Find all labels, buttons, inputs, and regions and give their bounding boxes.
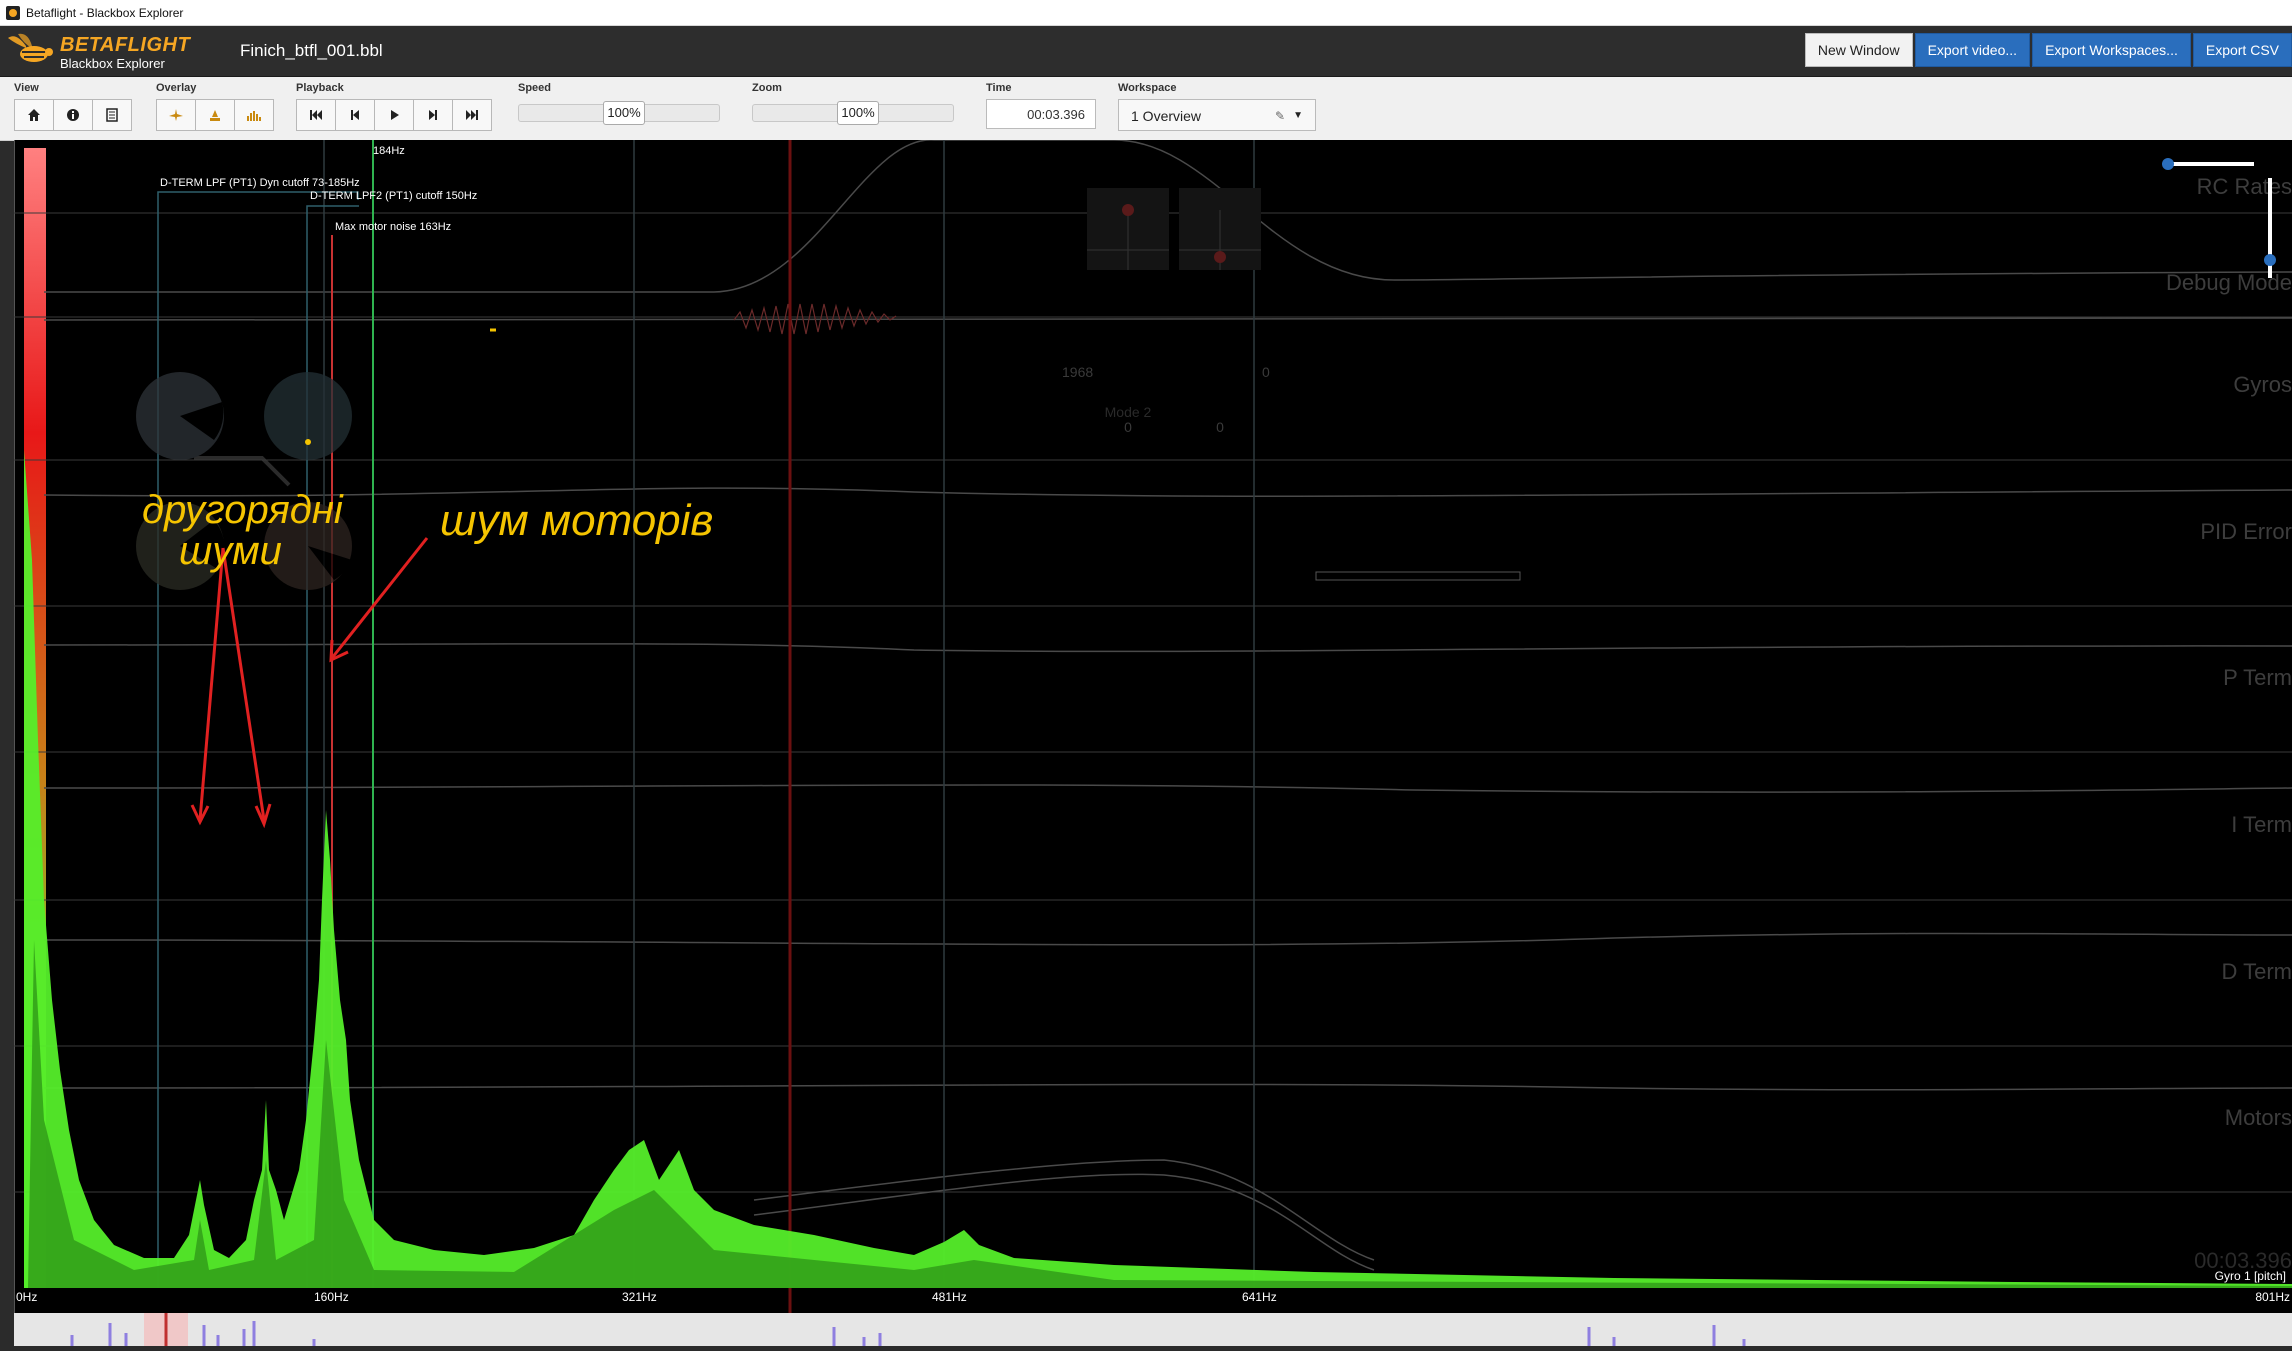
speed-label: Speed: [518, 82, 720, 96]
step-back-button[interactable]: [335, 99, 375, 131]
playback-group: Playback: [296, 82, 491, 131]
graph-label-d-term: D Term: [2222, 959, 2292, 984]
list-icon: [105, 108, 119, 122]
log-timeline[interactable]: [14, 1313, 2292, 1346]
workspace-select[interactable]: 1 Overview ✎ ▼: [1118, 99, 1316, 131]
spectrum-fill: [24, 450, 2292, 1288]
overlay-label: Overlay: [156, 82, 273, 96]
betaflight-logo: BETAFLIGHT Blackbox Explorer: [6, 30, 206, 72]
play-icon: [388, 109, 400, 121]
info-button[interactable]: [53, 99, 93, 131]
info-icon: [66, 108, 80, 122]
view-label: View: [14, 82, 131, 96]
file-name: Finich_btfl_001.bbl: [240, 41, 383, 61]
graph-area[interactable]: 184Hz D-TERM LPF (PT1) Dyn cutoff 73-185…: [14, 140, 2292, 1313]
analyser-overlay-button[interactable]: [234, 99, 274, 131]
stick-bottom-right: 0: [1216, 419, 1224, 435]
analyser-graph-title: Gyro 1 [pitch]: [2215, 1269, 2286, 1283]
skip-back-button[interactable]: [296, 99, 336, 131]
zoom-label: Zoom: [752, 82, 954, 96]
log-list-button[interactable]: [92, 99, 132, 131]
play-button[interactable]: [374, 99, 414, 131]
window-titlebar: Betaflight - Blackbox Explorer: [0, 0, 2292, 26]
skip-forward-button[interactable]: [452, 99, 492, 131]
app-icon: [6, 6, 20, 20]
logo-subtitle: Blackbox Explorer: [60, 56, 165, 71]
x-tick-160hz: 160Hz: [314, 1290, 349, 1304]
header-buttons: New Window Export video... Export Worksp…: [1803, 33, 2292, 67]
time-input[interactable]: 00:03.396: [986, 99, 1096, 129]
annotation-secondary-noise-1: другорядні: [142, 488, 344, 532]
annotation-secondary-noise-2: шуми: [179, 529, 282, 573]
x-tick-641hz: 641Hz: [1242, 1290, 1277, 1304]
stick-overlay: [1087, 188, 1261, 270]
sticks-icon: [207, 108, 223, 122]
workspace-group: Workspace 1 Overview ✎ ▼: [1118, 82, 1316, 131]
stick-left-value: 1968: [1062, 364, 1093, 380]
craft-overlay-button[interactable]: [156, 99, 196, 131]
step-forward-icon: [427, 109, 439, 121]
zoom-value[interactable]: 100%: [837, 101, 879, 125]
graph-label-i-term: I Term: [2231, 812, 2292, 837]
graph-label-pid-error: PID Error: [2200, 519, 2292, 544]
home-button[interactable]: [14, 99, 54, 131]
craft-icon: [168, 108, 184, 122]
analyser-icon: [246, 108, 262, 122]
export-csv-button[interactable]: Export CSV: [2193, 33, 2292, 67]
motor-noise-label: Max motor noise 163Hz: [335, 221, 451, 233]
toolbar: View Overlay Playbac: [0, 77, 2292, 141]
speed-slider[interactable]: 100%: [518, 104, 720, 122]
graph-label-gyros: Gyros: [2233, 372, 2292, 397]
export-workspaces-button[interactable]: Export Workspaces...: [2032, 33, 2191, 67]
stick-right-value: 0: [1262, 364, 1270, 380]
graph-canvas: 184Hz D-TERM LPF (PT1) Dyn cutoff 73-185…: [14, 140, 2292, 1313]
graph-label-motors: Motors: [2225, 1105, 2292, 1130]
home-icon: [27, 108, 41, 122]
timeline-canvas: [14, 1313, 2292, 1346]
time-label: Time: [986, 82, 1096, 96]
step-forward-button[interactable]: [413, 99, 453, 131]
stick-bottom-left: 0: [1124, 419, 1132, 435]
window-title: Betaflight - Blackbox Explorer: [26, 6, 183, 20]
graph-separators: [14, 213, 2292, 1192]
annotation-motor-noise: шум моторів: [440, 496, 713, 545]
step-back-icon: [349, 109, 361, 121]
workspace-label: Workspace: [1118, 82, 1316, 96]
graph-label-rc-rates: RC Rates: [2197, 174, 2292, 199]
stick-mode-label: Mode 2: [1105, 404, 1152, 420]
playback-label: Playback: [296, 82, 491, 96]
x-tick-481hz: 481Hz: [932, 1290, 967, 1304]
graph-label-p-term: P Term: [2223, 665, 2292, 690]
x-tick-801hz: 801Hz: [2255, 1290, 2290, 1304]
app-header: BETAFLIGHT Blackbox Explorer Finich_btfl…: [0, 26, 2292, 77]
dterm-lpf-label: D-TERM LPF (PT1) Dyn cutoff 73-185Hz: [160, 177, 360, 189]
pencil-icon[interactable]: ✎: [1275, 100, 1285, 132]
speed-value[interactable]: 100%: [603, 101, 645, 125]
progress-outline: [1316, 572, 1520, 580]
overlay-group: Overlay: [156, 82, 273, 131]
x-tick-321hz: 321Hz: [622, 1290, 657, 1304]
trace-lines: [44, 140, 2292, 1270]
speed-group: Speed 100%: [518, 82, 720, 122]
cursor-frequency-label: 184Hz: [373, 145, 405, 157]
graph-label-debug-mode: Debug Mode: [2166, 270, 2292, 295]
zoom-slider[interactable]: 100%: [752, 104, 954, 122]
view-group: View: [14, 82, 131, 131]
logo-title: BETAFLIGHT: [60, 34, 190, 57]
caret-down-icon[interactable]: ▼: [1293, 100, 1303, 132]
time-group: Time 00:03.396: [986, 82, 1096, 129]
new-window-button[interactable]: New Window: [1805, 33, 1913, 67]
bee-icon: [6, 30, 58, 72]
skip-back-icon: [309, 109, 323, 121]
zoom-group: Zoom 100%: [752, 82, 954, 122]
sticks-overlay-button[interactable]: [195, 99, 235, 131]
skip-forward-icon: [465, 109, 479, 121]
dterm-lpf2-label: D-TERM LPF2 (PT1) cutoff 150Hz: [310, 190, 477, 202]
x-tick-0hz: 0Hz: [16, 1290, 37, 1304]
workspace-value: 1 Overview: [1131, 108, 1201, 124]
export-video-button[interactable]: Export video...: [1915, 33, 2031, 67]
